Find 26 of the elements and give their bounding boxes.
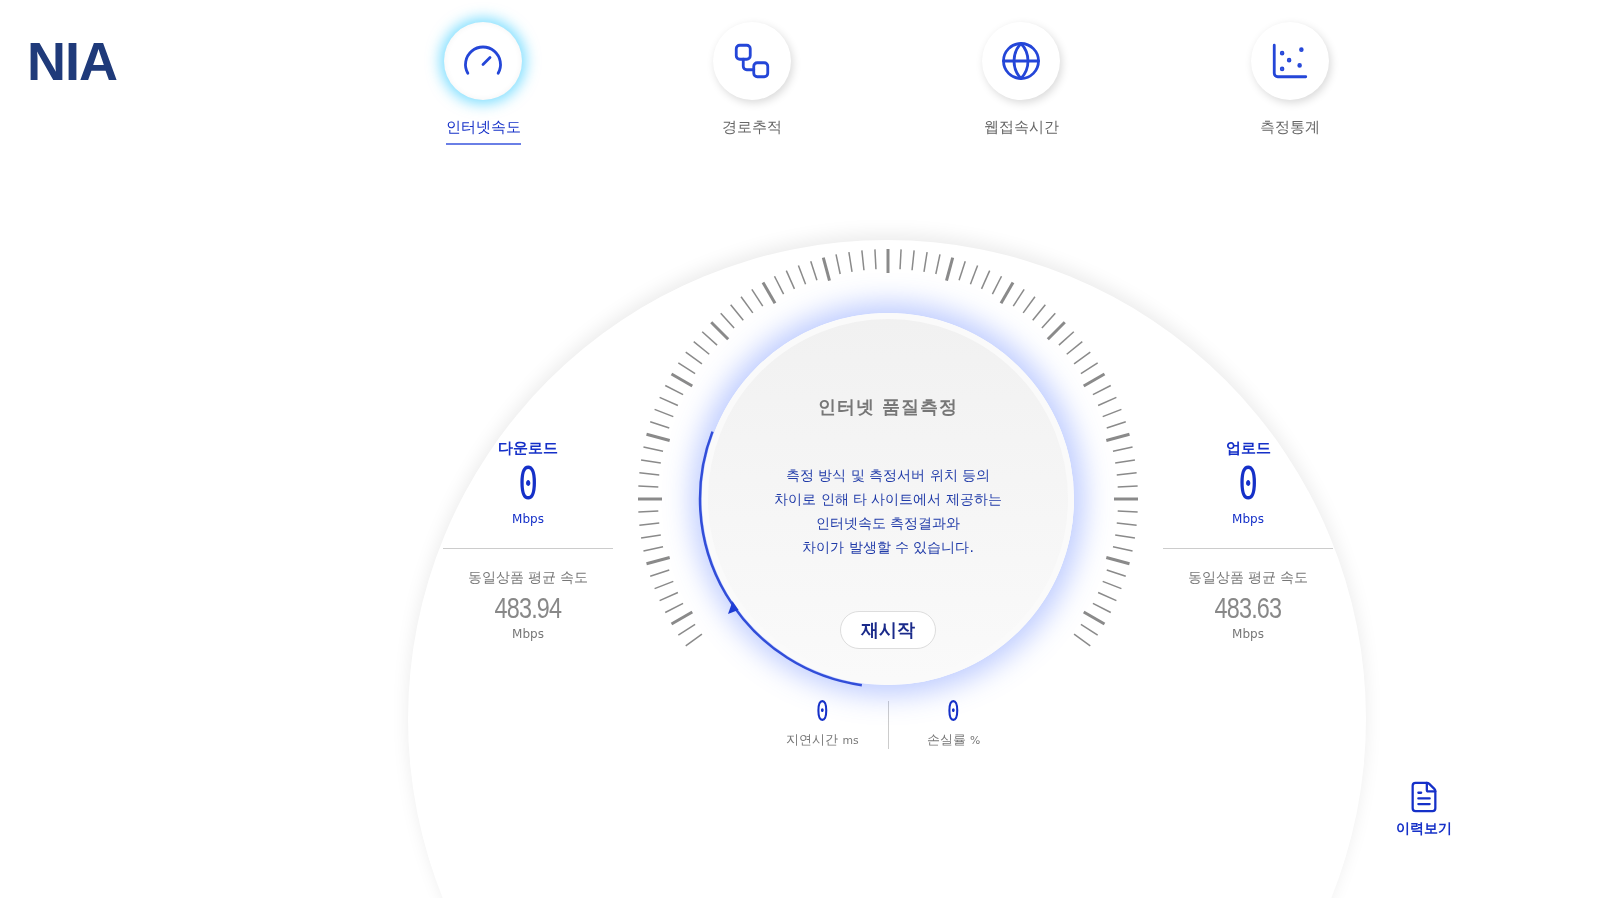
speed-value: 0	[1238, 460, 1258, 508]
logo: NIA	[27, 30, 118, 92]
globe-icon	[1000, 40, 1042, 82]
average-label: 동일상품 평균 속도	[1187, 569, 1309, 587]
history-button[interactable]: 이력보기	[1390, 779, 1458, 839]
unit-label: Mbps	[1232, 627, 1264, 641]
stat-value: 0	[947, 697, 960, 727]
unit-label: Mbps	[1232, 512, 1264, 526]
stat-label: 손실률 %	[926, 731, 981, 749]
unit-label: Mbps	[512, 512, 544, 526]
unit-label: Mbps	[512, 627, 544, 641]
nav-tab[interactable]: 인터넷속도	[408, 22, 558, 145]
average-value: 483.63	[1214, 591, 1282, 625]
nav-tab[interactable]: 경로추적	[677, 22, 827, 145]
average-value: 483.94	[494, 591, 562, 625]
stat-value: 0	[816, 697, 829, 727]
panel-title: 업로드	[1225, 439, 1271, 458]
gauge-title: 인터넷 품질측정	[817, 395, 959, 419]
stat-label: 지연시간 ms	[786, 731, 859, 749]
average-label: 동일상품 평균 속도	[467, 569, 589, 587]
notice-text: 측정 방식 및 측정서버 위치 등의 차이로 인해 타 사이트에서 제공하는 인터넷속도 측정결과와 차이가 발생할 수 있습니다.	[774, 466, 1002, 557]
nav-tab[interactable]: 웹접속시간	[946, 22, 1096, 145]
speed-value: 0	[518, 460, 538, 508]
restart-button[interactable]: 재시작	[840, 611, 936, 649]
panel-title: 다운로드	[498, 439, 558, 458]
nav-tab[interactable]: 측정통계	[1215, 22, 1365, 145]
